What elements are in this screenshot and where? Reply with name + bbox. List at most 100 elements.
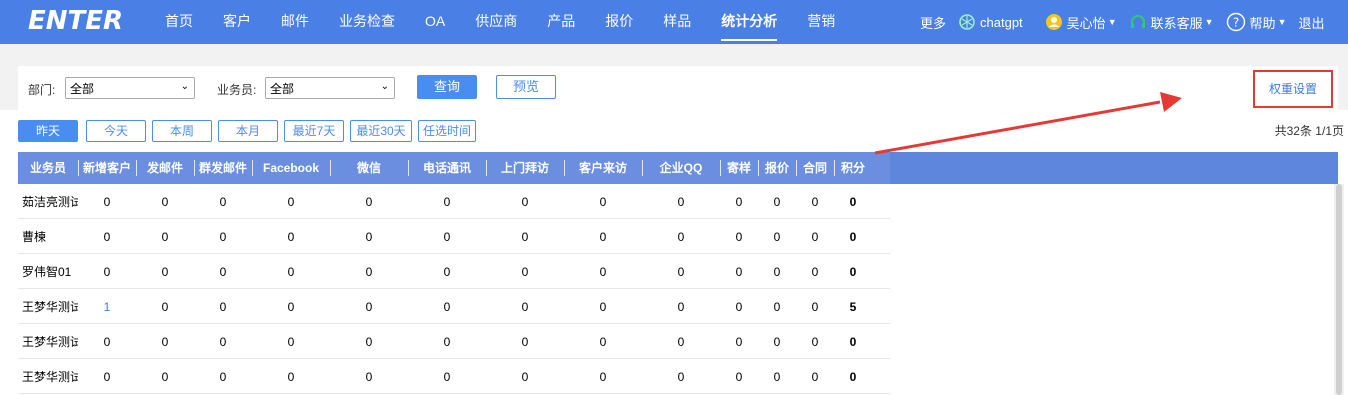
table-cell: 0 <box>287 370 295 384</box>
table-cell: 0 <box>161 335 169 349</box>
table-row: 王梦华测试 0 0 0 0 0 0 0 0 0 0 0 0 0 <box>18 359 890 394</box>
weight-settings-link[interactable]: 权重设置 <box>1253 70 1333 108</box>
date-tab[interactable]: 本月 <box>218 120 278 142</box>
date-tab[interactable]: 昨天 <box>18 120 78 142</box>
date-tab[interactable]: 本周 <box>152 120 212 142</box>
column-header[interactable]: 群发邮件 <box>194 152 252 184</box>
table-cell: 0 <box>599 230 607 244</box>
paging-info: 共32条 1/1页 <box>1274 124 1344 138</box>
nav-item[interactable]: OA <box>410 0 460 44</box>
nav-item[interactable]: 供应商 <box>460 0 532 44</box>
date-range-tabs: 昨天 今天 本周 本月 最近7天 最近30天 任选时间 <box>18 120 482 142</box>
column-header[interactable]: 微信 <box>330 152 408 184</box>
table-cell: 0 <box>443 300 451 314</box>
table-cell: 0 <box>443 370 451 384</box>
user-name: 吴心怡 <box>1066 15 1106 31</box>
column-header[interactable]: 客户来访 <box>564 152 642 184</box>
help-menu[interactable]: ? 帮助 ▼ <box>1226 12 1286 32</box>
column-header[interactable]: 电话通讯 <box>408 152 486 184</box>
column-header[interactable]: 新增客户 <box>78 152 136 184</box>
user-avatar-icon <box>1045 13 1063 31</box>
table-cell: 0 <box>443 335 451 349</box>
salesperson-name-cell: 罗伟智01 <box>22 265 72 279</box>
nav-item[interactable]: 客户 <box>208 0 266 44</box>
table-cell: 0 <box>161 370 169 384</box>
table-cell: 0 <box>219 335 227 349</box>
table-cell: 0 <box>219 265 227 279</box>
table-cell: 0 <box>365 370 373 384</box>
chatgpt-label: chatgpt <box>980 14 1023 30</box>
table-cell: 0 <box>599 265 607 279</box>
column-header[interactable]: 报价 <box>758 152 796 184</box>
preview-button[interactable]: 预览 <box>496 75 556 99</box>
nav-item[interactable]: 报价 <box>590 0 648 44</box>
nav-item[interactable]: 业务检查 <box>324 0 410 44</box>
date-tab[interactable]: 今天 <box>86 120 146 142</box>
nav-item[interactable]: 样品 <box>648 0 706 44</box>
table-cell: 0 <box>599 300 607 314</box>
table-cell: 0 <box>811 195 819 209</box>
table-cell: 0 <box>735 230 743 244</box>
table-cell: 0 <box>773 265 781 279</box>
column-header[interactable]: 寄样 <box>720 152 758 184</box>
salesperson-select-value: 全部 <box>270 82 295 96</box>
query-button[interactable]: 查询 <box>417 75 477 99</box>
table-cell: 0 <box>161 195 169 209</box>
score-cell: 0 <box>849 230 857 244</box>
table-cell: 0 <box>219 300 227 314</box>
score-cell: 0 <box>849 370 857 384</box>
table-cell: 0 <box>161 230 169 244</box>
nav-item[interactable]: 产品 <box>532 0 590 44</box>
column-header[interactable]: 上门拜访 <box>486 152 564 184</box>
nav-item[interactable]: 统计分析 <box>706 0 792 44</box>
logout-button[interactable]: 退出 <box>1298 13 1324 32</box>
table-header-extension <box>890 152 1338 184</box>
help-label: 帮助 <box>1249 15 1276 31</box>
user-menu[interactable]: 吴心怡 ▼ <box>1045 13 1117 32</box>
table-cell: 0 <box>365 195 373 209</box>
support-menu[interactable]: 联系客服 ▼ <box>1129 13 1214 32</box>
chatgpt-icon <box>958 13 976 31</box>
date-tab[interactable]: 最近30天 <box>350 120 412 142</box>
table-cell: 0 <box>103 370 111 384</box>
svg-text:?: ? <box>1232 16 1238 30</box>
table-cell: 0 <box>735 265 743 279</box>
score-cell: 5 <box>849 300 857 314</box>
date-tab[interactable]: 任选时间 <box>418 120 476 142</box>
table-cell: 0 <box>811 335 819 349</box>
salesperson-name-cell: 王梦华测试 <box>22 370 78 384</box>
vertical-scrollbar[interactable] <box>1334 184 1344 395</box>
column-header[interactable]: 合同 <box>796 152 834 184</box>
column-header[interactable]: 发邮件 <box>136 152 194 184</box>
more-label: 更多 <box>920 15 947 31</box>
table-cell: 0 <box>287 265 295 279</box>
table-cell: 0 <box>443 195 451 209</box>
nav-item[interactable]: 营销 <box>792 0 850 44</box>
table-row: 曹楝 0 0 0 0 0 0 0 0 0 0 0 0 0 <box>18 219 890 254</box>
column-header[interactable]: Facebook <box>252 152 330 184</box>
column-header[interactable]: 积分 <box>834 152 872 184</box>
chatgpt-button[interactable]: chatgpt <box>958 13 1023 31</box>
score-cell: 0 <box>849 195 857 209</box>
table-cell: 0 <box>735 370 743 384</box>
salesperson-name-cell: 王梦华测试 <box>22 300 78 314</box>
date-tab[interactable]: 最近7天 <box>284 120 344 142</box>
enter-logo[interactable]: ENTER <box>28 6 123 36</box>
table-cell[interactable]: 1 <box>78 289 136 323</box>
score-cell: 0 <box>849 265 857 279</box>
table-cell: 0 <box>287 300 295 314</box>
department-select[interactable]: 全部 ⌄ <box>65 77 195 99</box>
table-cell: 0 <box>677 335 685 349</box>
salesperson-select[interactable]: 全部 ⌄ <box>265 77 395 99</box>
nav-item[interactable]: 首页 <box>150 0 208 44</box>
column-header[interactable]: 业务员 <box>18 152 78 184</box>
table-cell: 0 <box>811 265 819 279</box>
column-header[interactable]: 企业QQ <box>642 152 720 184</box>
more-menu[interactable]: 更多 <box>920 13 946 32</box>
table-header: 业务员 新增客户 发邮件 群发邮件 Facebook 微信 电话通讯 上门拜访 客户来访 企业QQ… <box>18 152 890 184</box>
nav-item[interactable]: 邮件 <box>266 0 324 44</box>
scrollbar-thumb[interactable] <box>1336 184 1342 395</box>
table-cell: 0 <box>103 335 111 349</box>
table-cell: 0 <box>811 300 819 314</box>
table-cell: 0 <box>773 370 781 384</box>
